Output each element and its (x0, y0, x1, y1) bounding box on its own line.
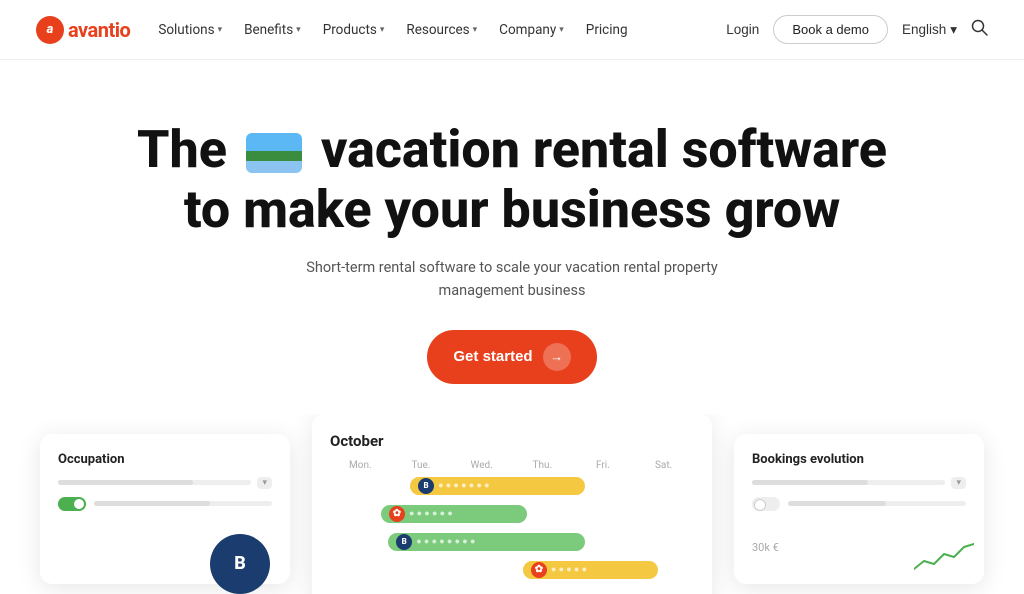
bookings-card: Bookings evolution ▾ 30k € (734, 434, 984, 584)
occupation-avatar: B (210, 534, 270, 594)
nav-right: Login Book a demo English ▾ (726, 15, 988, 44)
hero-section: The vacation rental software to make you… (0, 60, 1024, 414)
nav-products[interactable]: Products▾ (323, 22, 385, 38)
bk-bar-bg-2 (788, 501, 966, 506)
nav-pricing[interactable]: Pricing (586, 22, 628, 38)
occ-bar2-fill (94, 501, 210, 506)
day-label-fri: Fri. (578, 460, 628, 471)
booking-avatar-B: B (418, 478, 434, 494)
book-demo-button[interactable]: Book a demo (773, 15, 888, 44)
bk-tag: ▾ (951, 477, 966, 489)
hero-title: The vacation rental software to make you… (137, 120, 887, 240)
booking-bar-2: ✿ ● ● ● ● ● ● (381, 505, 527, 523)
chevron-down-icon: ▾ (218, 25, 223, 35)
logo[interactable]: a avantio (36, 16, 130, 44)
booking-avatar-A1: ✿ (389, 506, 405, 522)
chevron-down-icon: ▾ (950, 22, 957, 38)
calendar-row-4: ✿ ● ● ● ● ● (330, 561, 694, 585)
login-button[interactable]: Login (726, 22, 759, 37)
day-label-tue: Tue. (396, 460, 446, 471)
chevron-down-icon: ▾ (380, 25, 385, 35)
nav-links: Solutions▾ Benefits▾ Products▾ Resources… (158, 22, 627, 38)
bk-bar-fill-2 (788, 501, 886, 506)
occ-bar2 (94, 501, 272, 506)
language-selector[interactable]: English ▾ (902, 22, 957, 38)
booking-avatar-A2: ✿ (531, 562, 547, 578)
calendar-row-1: B ● ● ● ● ● ● ● (330, 477, 694, 501)
occupation-card: Occupation ▾ B (40, 434, 290, 584)
bk-toggle-switch[interactable] (752, 497, 780, 511)
calendar-row-3: B ● ● ● ● ● ● ● ● (330, 533, 694, 557)
bookings-title: Bookings evolution (752, 452, 966, 467)
day-label-mon: Mon. (335, 460, 385, 471)
occ-bar-fill (58, 480, 193, 485)
bk-bar-row-1: ▾ (752, 477, 966, 489)
day-label-wed: Wed. (457, 460, 507, 471)
booking-avatar-B2: B (396, 534, 412, 550)
calendar-row-2: ✿ ● ● ● ● ● ● (330, 505, 694, 529)
bookings-curve-chart (914, 539, 974, 574)
booking-bar-1: B ● ● ● ● ● ● ● (410, 477, 585, 495)
logo-icon: a (36, 16, 64, 44)
navbar: a avantio Solutions▾ Benefits▾ Products▾… (0, 0, 1024, 60)
bk-bar-fill (752, 480, 868, 485)
hero-subtitle: Short-term rental software to scale your… (272, 256, 752, 302)
nav-solutions[interactable]: Solutions▾ (158, 22, 222, 38)
calendar-month: October (330, 432, 694, 450)
calendar-card: October Mon. Tue. Wed. Thu. Fri. Sat. B … (312, 414, 712, 594)
dashboard-section: Occupation ▾ B October Mon. Tue. Wed. Th… (0, 414, 1024, 594)
search-icon (971, 19, 988, 36)
occ-bar-bg (58, 480, 251, 485)
hero-image (246, 133, 302, 173)
calendar-day-labels: Mon. Tue. Wed. Thu. Fri. Sat. (330, 460, 694, 471)
day-label-sat: Sat. (639, 460, 689, 471)
occ-tag: ▾ (257, 477, 272, 489)
chevron-down-icon: ▾ (296, 25, 301, 35)
occupation-title: Occupation (58, 452, 272, 467)
chevron-down-icon: ▾ (559, 25, 564, 35)
occ-bar-row-1: ▾ (58, 477, 272, 489)
chevron-down-icon: ▾ (473, 25, 478, 35)
language-label: English (902, 22, 946, 37)
bk-toggle-row (752, 497, 966, 511)
nav-benefits[interactable]: Benefits▾ (244, 22, 301, 38)
nav-resources[interactable]: Resources▾ (406, 22, 477, 38)
toggle-row (58, 497, 272, 511)
booking-bar-3: B ● ● ● ● ● ● ● ● (388, 533, 585, 551)
calendar-rows: B ● ● ● ● ● ● ● ✿ ● ● ● ● ● ● B ● ● ● ● … (330, 477, 694, 585)
search-button[interactable] (971, 19, 988, 41)
booking-bar-4: ✿ ● ● ● ● ● (523, 561, 658, 579)
nav-company[interactable]: Company▾ (499, 22, 564, 38)
get-started-button[interactable]: Get started → (427, 330, 596, 384)
day-label-thu: Thu. (517, 460, 567, 471)
arrow-right-icon: → (543, 343, 571, 371)
nav-left: a avantio Solutions▾ Benefits▾ Products▾… (36, 16, 628, 44)
logo-text: avantio (68, 18, 130, 42)
toggle-switch[interactable] (58, 497, 86, 511)
bk-bar-bg (752, 480, 945, 485)
